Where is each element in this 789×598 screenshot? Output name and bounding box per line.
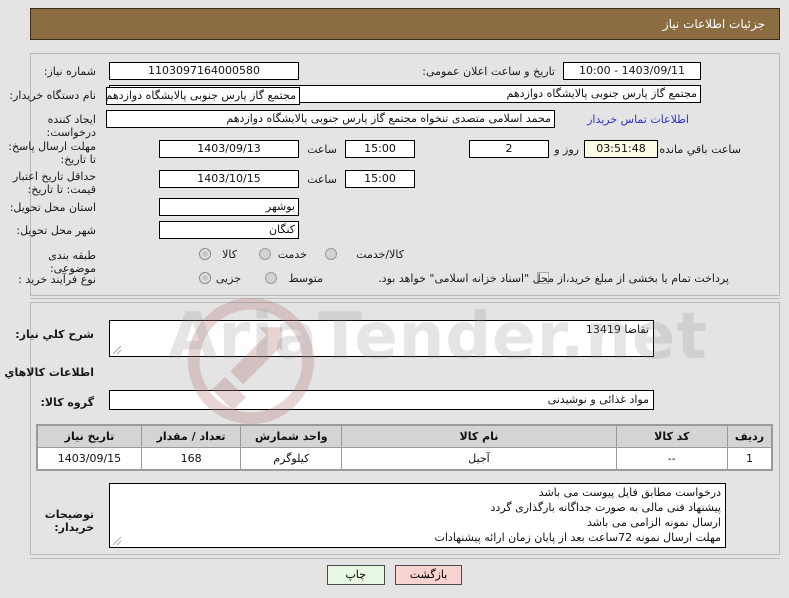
- back-button[interactable]: بازگشت: [394, 565, 463, 585]
- buyer-note-line: مهلت ارسال نمونه 72ساعت بعد از پایان زما…: [434, 531, 721, 544]
- radio-process-medium[interactable]: [265, 272, 277, 284]
- table-row: 1 -- آجیل کیلوگرم 168 1403/09/15: [37, 447, 773, 470]
- requester-value: محمد اسلامی متصدی تنخواه مجتمع گاز پارس …: [106, 110, 555, 128]
- goods-group-text: مواد غذائی و نوشیدنی: [547, 393, 649, 406]
- remaining-days-value: 2: [469, 140, 549, 158]
- remaining-days-label: روز و: [554, 143, 579, 156]
- page-title: جزئیات اطلاعات نیاز: [662, 17, 765, 31]
- radio-category-goods-service-label: کالا/خدمت: [356, 248, 404, 261]
- need-number-value: 1103097164000580: [109, 62, 299, 80]
- footer-divider: [30, 558, 780, 559]
- buyer-note-line: ارسال نمونه الزامی می باشد: [586, 516, 721, 529]
- cell-need-date: 1403/09/15: [37, 447, 142, 470]
- goods-table-wrapper: ردیف کد کالا نام کالا واحد شمارش تعداد /…: [36, 424, 773, 471]
- city-label: شهر محل تحویل:: [16, 224, 96, 237]
- countdown-label: ساعت باقي مانده: [659, 143, 741, 156]
- table-header-row: ردیف کد کالا نام کالا واحد شمارش تعداد /…: [37, 425, 773, 448]
- category-label: طبقه بندی موضوعی:: [48, 249, 96, 275]
- buyer-contact-link[interactable]: اطلاعات تماس خریدار: [587, 113, 689, 126]
- price-validity-hour-label: ساعت: [307, 173, 337, 186]
- goods-table: ردیف کد کالا نام کالا واحد شمارش تعداد /…: [37, 425, 773, 470]
- city-value: کنگان: [159, 221, 299, 239]
- col-need-date: تاریخ نیاز: [37, 425, 142, 448]
- radio-category-goods-label: کالا: [222, 248, 237, 261]
- need-description-label: شرح کلي نیاز:: [15, 328, 94, 341]
- cell-quantity: 168: [140, 447, 242, 470]
- radio-category-goods-service[interactable]: [325, 248, 337, 260]
- print-button[interactable]: چاپ: [326, 565, 385, 585]
- buyer-org-label: نام دستگاه خریدار:: [9, 89, 96, 102]
- need-number-label: شماره نیاز:: [43, 65, 96, 78]
- resize-handle-icon[interactable]: [112, 536, 122, 546]
- action-button-bar: بازگشت چاپ: [0, 565, 789, 585]
- col-unit: واحد شمارش: [240, 425, 343, 448]
- need-description-text: تقاضا 13419: [585, 323, 649, 336]
- col-code: کد کالا: [615, 425, 728, 448]
- goods-group-value[interactable]: مواد غذائی و نوشیدنی: [109, 390, 654, 410]
- announce-datetime-value: 1403/09/11 - 10:00: [563, 62, 701, 80]
- col-row: ردیف: [726, 425, 773, 448]
- buyer-notes-value[interactable]: درخواست مطابق فایل پیوست می باشد پیشنهاد…: [109, 483, 726, 548]
- cell-unit: کیلوگرم: [240, 447, 343, 470]
- panel-divider: [30, 298, 780, 299]
- reply-deadline-hour-label: ساعت: [307, 143, 337, 156]
- islamic-treasury-note: پرداخت تمام یا بخشی از مبلغ خرید،از محل …: [378, 272, 729, 285]
- countdown-timer: 03:51:48: [584, 140, 658, 158]
- buyer-notes-label: توضیحات خریدار:: [44, 508, 94, 534]
- goods-group-label: گروه کالا:: [40, 396, 94, 409]
- radio-category-goods[interactable]: [199, 248, 211, 260]
- radio-category-service[interactable]: [259, 248, 271, 260]
- radio-process-minor[interactable]: [199, 272, 211, 284]
- resize-handle-icon[interactable]: [112, 345, 122, 355]
- requester-label: ایجاد کننده درخواست:: [46, 113, 96, 139]
- need-description-value[interactable]: تقاضا 13419: [109, 320, 654, 357]
- col-name: نام کالا: [341, 425, 617, 448]
- cell-name: آجیل: [341, 447, 617, 470]
- price-validity-hour: 15:00: [345, 170, 415, 188]
- buyer-note-line: پیشنهاد فنی مالی به صورت جداگانه بارگذار…: [490, 501, 721, 514]
- buyer-note-line: درخواست مطابق فایل پیوست می باشد: [538, 486, 721, 499]
- province-value: بوشهر: [159, 198, 299, 216]
- cell-code: --: [615, 447, 728, 470]
- process-type-label: نوع فرآیند خرید :: [18, 273, 96, 286]
- announce-datetime-label: تاریخ و ساعت اعلان عمومی:: [422, 65, 555, 78]
- reply-deadline-date: 1403/09/13: [159, 140, 299, 158]
- reply-deadline-label: مهلت ارسال پاسخ: تا تاریخ:: [8, 140, 96, 166]
- province-label: استان محل تحویل:: [9, 201, 96, 214]
- reply-deadline-hour: 15:00: [345, 140, 415, 158]
- buyer-org-value: مجتمع گاز پارس جنوبی پالایشگاه دوازدهم: [106, 87, 300, 105]
- price-validity-date: 1403/10/15: [159, 170, 299, 188]
- radio-category-service-label: خدمت: [277, 248, 307, 261]
- cell-row: 1: [726, 447, 773, 470]
- goods-info-title: اطلاعات کالاهاي مورد نیاز: [0, 366, 94, 379]
- col-quantity: تعداد / مقدار: [140, 425, 242, 448]
- radio-process-medium-label: متوسط: [288, 272, 323, 285]
- page-header-bar: جزئیات اطلاعات نیاز: [30, 8, 780, 40]
- price-validity-label: حداقل تاریخ اعتبار قیمت: تا تاریخ:: [12, 170, 96, 196]
- radio-process-minor-label: جزیی: [215, 272, 241, 285]
